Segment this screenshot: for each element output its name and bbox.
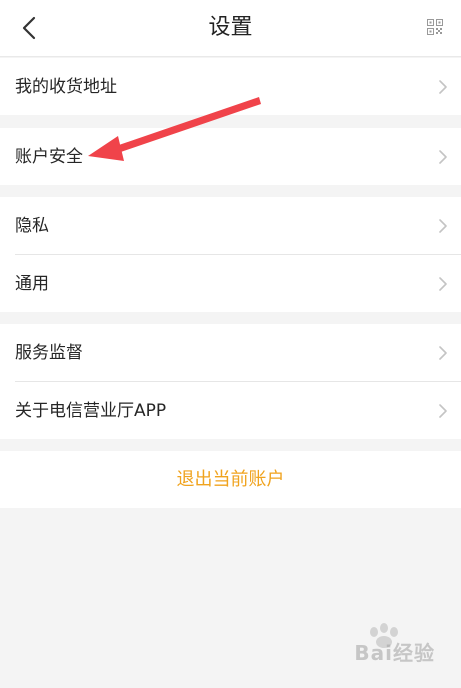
row-shipping-address[interactable]: 我的收货地址 (0, 58, 461, 115)
row-label: 服务监督 (15, 343, 83, 363)
row-account-security[interactable]: 账户安全 (0, 128, 461, 185)
nav-bar: 设置 (0, 0, 461, 57)
row-about-app[interactable]: 关于电信营业厅APP (0, 382, 461, 439)
page-title: 设置 (208, 15, 253, 40)
row-general[interactable]: 通用 (0, 255, 461, 312)
row-label: 账户安全 (15, 147, 83, 167)
group-address: 我的收货地址 (0, 58, 461, 115)
row-label: 我的收货地址 (15, 77, 117, 97)
row-privacy[interactable]: 隐私 (0, 197, 461, 254)
chevron-right-icon (439, 80, 447, 94)
chevron-right-icon (439, 150, 447, 164)
group-privacy-general: 隐私 通用 (0, 197, 461, 312)
row-label: 关于电信营业厅APP (15, 401, 167, 421)
chevron-right-icon (439, 346, 447, 360)
chevron-right-icon (439, 219, 447, 233)
row-service-supervision[interactable]: 服务监督 (0, 324, 461, 381)
chevron-right-icon (439, 404, 447, 418)
logout-button[interactable]: 退出当前账户 (0, 451, 461, 508)
watermark-text: Bai经验 (354, 641, 435, 665)
group-service-about: 服务监督 关于电信营业厅APP (0, 324, 461, 439)
row-label: 隐私 (15, 216, 49, 236)
row-label: 通用 (15, 274, 49, 294)
group-security: 账户安全 (0, 128, 461, 185)
chevron-right-icon (439, 277, 447, 291)
qr-code-icon[interactable] (427, 19, 443, 35)
